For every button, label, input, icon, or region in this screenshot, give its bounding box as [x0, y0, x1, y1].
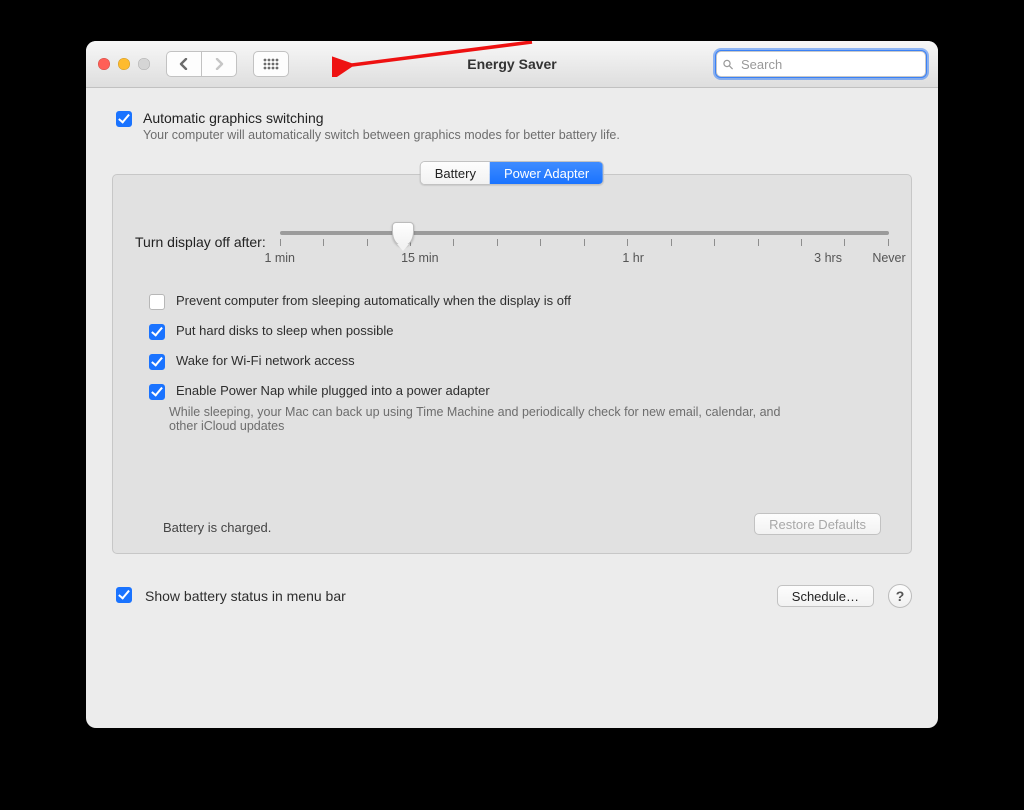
- slider-track: [280, 231, 889, 235]
- show-battery-status-checkbox[interactable]: [116, 587, 132, 603]
- restore-defaults-button[interactable]: Restore Defaults: [754, 513, 881, 535]
- opt-disk-sleep-checkbox[interactable]: [149, 324, 165, 340]
- opt-power-nap: Enable Power Nap while plugged into a po…: [145, 383, 885, 433]
- auto-graphics-row: Automatic graphics switching Your comput…: [112, 110, 912, 142]
- battery-status-text: Battery is charged.: [163, 520, 271, 535]
- tab-power-adapter[interactable]: Power Adapter: [490, 162, 603, 184]
- opt-wake-wifi-label: Wake for Wi-Fi network access: [176, 353, 355, 368]
- schedule-button[interactable]: Schedule…: [777, 585, 874, 607]
- opt-power-nap-checkbox[interactable]: [149, 384, 165, 400]
- slider-ticks: [280, 239, 889, 246]
- opt-wake-wifi: Wake for Wi-Fi network access: [145, 353, 885, 373]
- auto-graphics-checkbox[interactable]: [116, 111, 132, 127]
- content-area: Automatic graphics switching Your comput…: [86, 88, 938, 568]
- chevron-right-icon: [214, 58, 224, 70]
- opt-disk-sleep-label: Put hard disks to sleep when possible: [176, 323, 394, 338]
- tick-label: 15 min: [401, 251, 439, 265]
- show-battery-status-label: Show battery status in menu bar: [145, 588, 346, 604]
- chevron-left-icon: [179, 58, 189, 70]
- options-list: Prevent computer from sleeping automatic…: [135, 293, 889, 433]
- help-button[interactable]: ?: [888, 584, 912, 608]
- opt-wake-wifi-checkbox[interactable]: [149, 354, 165, 370]
- grid-icon: [263, 58, 279, 70]
- window-toolbar: Energy Saver: [86, 41, 938, 88]
- back-button[interactable]: [166, 51, 201, 77]
- tick-label: 1 hr: [622, 251, 644, 265]
- slider-tick-labels: 1 min 15 min 1 hr 3 hrs Never: [280, 251, 889, 269]
- opt-prevent-sleep: Prevent computer from sleeping automatic…: [145, 293, 885, 313]
- tick-label: Never: [872, 251, 905, 265]
- power-source-panel: Battery Power Adapter Turn display off a…: [112, 174, 912, 554]
- show-all-button[interactable]: [253, 51, 289, 77]
- preferences-window: Energy Saver Automatic graphics switchin…: [86, 41, 938, 728]
- tick-label: 1 min: [264, 251, 295, 265]
- opt-power-nap-label: Enable Power Nap while plugged into a po…: [176, 383, 490, 398]
- auto-graphics-description: Your computer will automatically switch …: [143, 128, 620, 142]
- tick-label: 3 hrs: [814, 251, 842, 265]
- display-sleep-row: Turn display off after: 1 min 15 min 1 h…: [135, 231, 889, 265]
- power-source-tabs: Battery Power Adapter: [420, 161, 604, 185]
- forward-button[interactable]: [201, 51, 237, 77]
- auto-graphics-labels: Automatic graphics switching Your comput…: [143, 110, 620, 142]
- search-input[interactable]: [739, 56, 919, 73]
- opt-disk-sleep: Put hard disks to sleep when possible: [145, 323, 885, 343]
- nav-buttons: [166, 51, 237, 77]
- slider-thumb[interactable]: [392, 222, 414, 246]
- search-icon: [723, 58, 733, 71]
- display-sleep-slider[interactable]: 1 min 15 min 1 hr 3 hrs Never: [280, 231, 889, 265]
- search-field[interactable]: [716, 51, 926, 77]
- footer-row: Show battery status in menu bar Schedule…: [86, 568, 938, 626]
- opt-prevent-sleep-label: Prevent computer from sleeping automatic…: [176, 293, 571, 308]
- zoom-icon: [138, 58, 150, 70]
- opt-power-nap-description: While sleeping, your Mac can back up usi…: [169, 405, 809, 433]
- close-icon[interactable]: [98, 58, 110, 70]
- auto-graphics-label: Automatic graphics switching: [143, 110, 620, 126]
- minimize-icon[interactable]: [118, 58, 130, 70]
- display-sleep-label: Turn display off after:: [135, 231, 266, 250]
- tab-battery[interactable]: Battery: [421, 162, 490, 184]
- traffic-lights: [98, 58, 150, 70]
- opt-prevent-sleep-checkbox[interactable]: [149, 294, 165, 310]
- panel-bottom-row: Battery is charged. Restore Defaults: [135, 513, 889, 535]
